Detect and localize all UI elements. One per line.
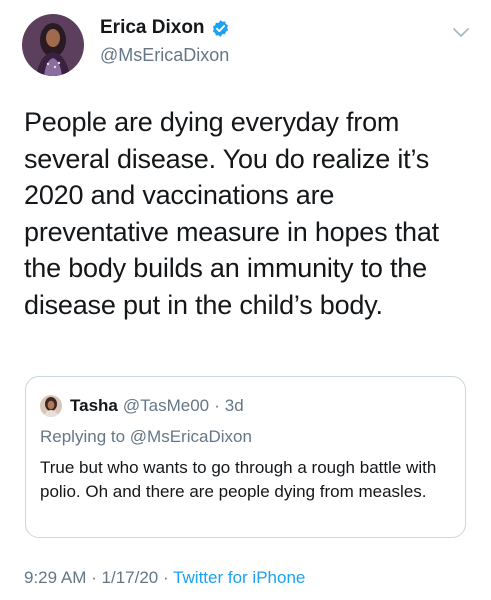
meta-separator: · (162, 568, 169, 587)
author-name[interactable]: Erica Dixon (100, 17, 205, 39)
author-handle[interactable]: @MsEricaDixon (100, 45, 229, 66)
author-avatar[interactable] (22, 14, 84, 76)
tweet: Erica Dixon @MsEricaDixon People are dyi… (0, 0, 491, 600)
chevron-down-icon[interactable] (452, 26, 470, 40)
tweet-meta: 9:29 AM · 1/17/20 · Twitter for iPhone (24, 568, 305, 588)
author-name-row: Erica Dixon (100, 17, 230, 39)
replying-prefix: Replying to (40, 427, 126, 446)
quoted-author-avatar (40, 395, 62, 417)
meta-separator: · (91, 568, 97, 587)
tweet-source-link[interactable]: Twitter for iPhone (173, 568, 305, 587)
quoted-separator: · (214, 396, 220, 415)
tweet-time: 9:29 AM (24, 568, 87, 587)
quoted-tweet-text: True but who wants to go through a rough… (40, 458, 437, 501)
replying-mention: @MsEricaDixon (129, 427, 252, 446)
quoted-tweet-header: Tasha @TasMe00 · 3d (40, 395, 244, 417)
verified-badge-icon (211, 19, 230, 38)
quoted-replying-to: Replying to @MsEricaDixon (40, 427, 252, 447)
avatar-image (22, 14, 84, 76)
quoted-author-name: Tasha (70, 396, 118, 415)
quoted-tweet-card[interactable]: Tasha @TasMe00 · 3d Replying to @MsErica… (25, 376, 466, 538)
tweet-text: People are dying everyday from several d… (24, 107, 439, 320)
tweet-date: 1/17/20 (101, 568, 159, 587)
quoted-author-handle: @TasMe00 (122, 396, 210, 415)
quoted-time: 3d (224, 396, 244, 415)
